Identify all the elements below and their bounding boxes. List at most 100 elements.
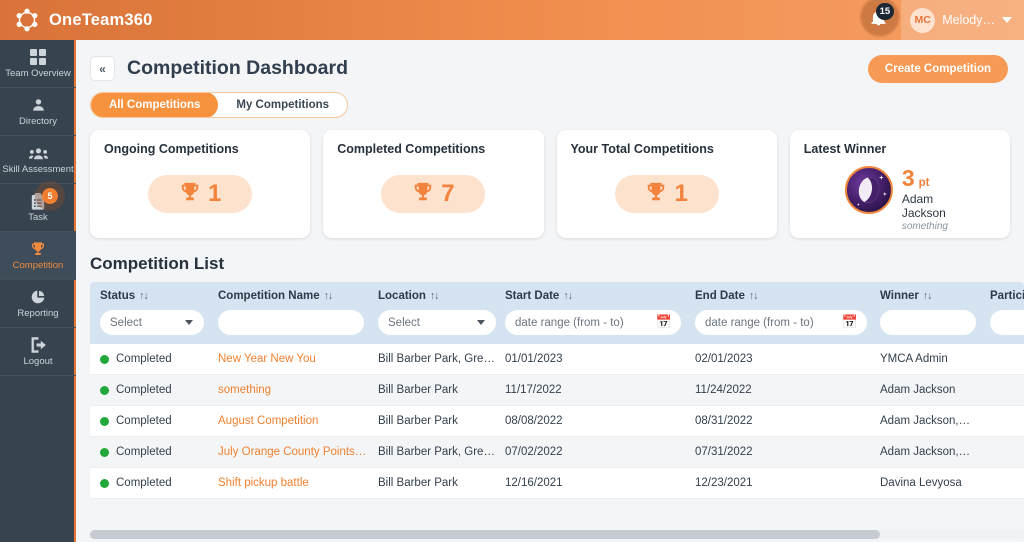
- column-label: Winner: [880, 290, 919, 302]
- sidebar-item-reporting[interactable]: Reporting: [0, 280, 76, 328]
- filter-start-date-input[interactable]: date range (from - to) 📅: [505, 310, 681, 335]
- horizontal-scrollbar[interactable]: [90, 530, 1024, 539]
- tab-my-competitions[interactable]: My Competitions: [218, 92, 347, 118]
- scrollbar-thumb[interactable]: [90, 530, 880, 539]
- brand[interactable]: OneTeam360: [0, 7, 153, 33]
- trophy-icon: [645, 181, 667, 208]
- cell-end-date: 11/24/2022: [685, 375, 870, 406]
- cell-competition-name[interactable]: something: [208, 375, 368, 406]
- status-dot-icon: [100, 417, 109, 426]
- card-value: 1: [208, 180, 221, 208]
- sort-updown-icon[interactable]: ↑↓: [749, 290, 758, 302]
- cell-status: Completed: [90, 437, 208, 468]
- competition-tabs: All Competitions My Competitions: [90, 92, 348, 118]
- competition-list-title: Competition List: [90, 254, 1024, 274]
- moon-stars-avatar: [845, 166, 893, 214]
- cell-participants: 8: [980, 499, 1024, 507]
- table-row[interactable]: Completed August Competition Bill Barber…: [90, 406, 1024, 437]
- star-shape: [879, 175, 884, 180]
- card-value-pill: 1: [615, 175, 719, 213]
- filter-end-date-input[interactable]: date range (from - to) 📅: [695, 310, 867, 335]
- winner-name: Adam Jackson: [902, 192, 955, 220]
- table-row[interactable]: Completed something Bill Barber Park 11/…: [90, 375, 1024, 406]
- person-icon: [31, 97, 46, 114]
- winner-points: 3 pt: [902, 167, 955, 190]
- table-row[interactable]: Completed New Year New You Bill Barber P…: [90, 344, 1024, 375]
- trophy-icon: [179, 181, 201, 208]
- cell-location: Bill Barber Park, Great …: [368, 344, 495, 375]
- card-value-pill: 1: [148, 175, 252, 213]
- cell-participants: 11: [980, 344, 1024, 375]
- winner-score: 3: [902, 167, 915, 190]
- people-group-icon: [29, 145, 48, 162]
- sort-updown-icon[interactable]: ↑↓: [324, 290, 333, 302]
- main-content: « Competition Dashboard Create Competiti…: [76, 40, 1024, 542]
- card-title: Completed Competitions: [337, 142, 529, 156]
- column-header-winner[interactable]: Winner ↑↓: [870, 282, 980, 310]
- filter-name-cell: [208, 310, 368, 344]
- filter-value: date range (from - to): [515, 317, 624, 329]
- table-row[interactable]: Completed July Orange County Points … Bi…: [90, 437, 1024, 468]
- status-label: Completed: [116, 384, 172, 396]
- sort-updown-icon[interactable]: ↑↓: [563, 290, 572, 302]
- table-row[interactable]: Completed December Swim Instructor … Bil…: [90, 499, 1024, 507]
- card-title: Latest Winner: [804, 142, 996, 156]
- card-latest-winner: Latest Winner 3 pt Adam Jackson somethin…: [790, 130, 1010, 238]
- filter-participants-input[interactable]: [990, 310, 1024, 335]
- filter-location-select[interactable]: Select: [378, 310, 496, 335]
- cell-status: Completed: [90, 344, 208, 375]
- cell-competition-name[interactable]: July Orange County Points …: [208, 437, 368, 468]
- sidebar-item-logout[interactable]: Logout: [0, 328, 76, 376]
- chevron-down-icon: [477, 320, 485, 325]
- cell-end-date: 12/31/2021: [685, 499, 870, 507]
- cell-competition-name[interactable]: August Competition: [208, 406, 368, 437]
- card-ongoing-competitions: Ongoing Competitions 1: [90, 130, 310, 238]
- sort-updown-icon[interactable]: ↑↓: [139, 290, 148, 302]
- cell-competition-name[interactable]: December Swim Instructor …: [208, 499, 368, 507]
- user-name: Melody…: [942, 13, 995, 27]
- filter-name-input[interactable]: [218, 310, 364, 335]
- user-menu[interactable]: MC Melody…: [901, 0, 1024, 40]
- create-competition-button[interactable]: Create Competition: [868, 55, 1008, 83]
- calendar-icon[interactable]: 📅: [842, 314, 858, 330]
- winner-subtitle: something: [902, 221, 955, 232]
- column-header-start-date[interactable]: Start Date ↑↓: [495, 282, 685, 310]
- cell-winner: JH Test: [870, 499, 980, 507]
- filter-winner-input[interactable]: [880, 310, 976, 335]
- table-row[interactable]: Completed Shift pickup battle Bill Barbe…: [90, 468, 1024, 499]
- notifications-button[interactable]: 15: [855, 0, 901, 40]
- avatar: MC: [910, 8, 935, 33]
- winner-row: 3 pt Adam Jackson something: [845, 166, 955, 232]
- cell-winner: Adam Jackson,…: [870, 437, 980, 468]
- sort-updown-icon[interactable]: ↑↓: [430, 290, 439, 302]
- card-value: 7: [441, 180, 454, 208]
- column-header-status[interactable]: Status ↑↓: [90, 282, 208, 310]
- cell-start-date: 01/01/2023: [495, 344, 685, 375]
- card-value: 1: [674, 180, 687, 208]
- cell-location: Bill Barber Park: [368, 468, 495, 499]
- sidebar-item-skill-assessment[interactable]: Skill Assessment: [0, 136, 76, 184]
- sidebar-item-label: Reporting: [17, 309, 58, 319]
- column-label: Start Date: [505, 290, 559, 302]
- sidebar-item-label: Logout: [23, 357, 52, 367]
- cell-competition-name[interactable]: Shift pickup battle: [208, 468, 368, 499]
- column-label: Status: [100, 290, 135, 302]
- cell-start-date: 07/02/2022: [495, 437, 685, 468]
- column-header-participants[interactable]: Participa: [980, 282, 1024, 310]
- column-header-competition-name[interactable]: Competition Name↑↓: [208, 282, 368, 310]
- column-header-location[interactable]: Location↑↓: [368, 282, 495, 310]
- sidebar-item-directory[interactable]: Directory: [0, 88, 76, 136]
- cell-competition-name[interactable]: New Year New You: [208, 344, 368, 375]
- calendar-icon[interactable]: 📅: [656, 314, 672, 330]
- sidebar-item-team-overview[interactable]: Team Overview: [0, 40, 76, 88]
- trophy-icon: [412, 181, 434, 208]
- tab-all-competitions[interactable]: All Competitions: [91, 92, 218, 118]
- double-chevron-left-icon[interactable]: «: [90, 56, 115, 81]
- column-header-end-date[interactable]: End Date↑↓: [685, 282, 870, 310]
- sidebar-item-competition[interactable]: Competition: [0, 232, 76, 280]
- sort-updown-icon[interactable]: ↑↓: [923, 290, 932, 302]
- star-shape: [883, 192, 887, 196]
- card-value-pill: 7: [381, 175, 485, 213]
- filter-status-select[interactable]: Select: [100, 310, 204, 335]
- sidebar-item-task[interactable]: Task 5: [0, 184, 76, 232]
